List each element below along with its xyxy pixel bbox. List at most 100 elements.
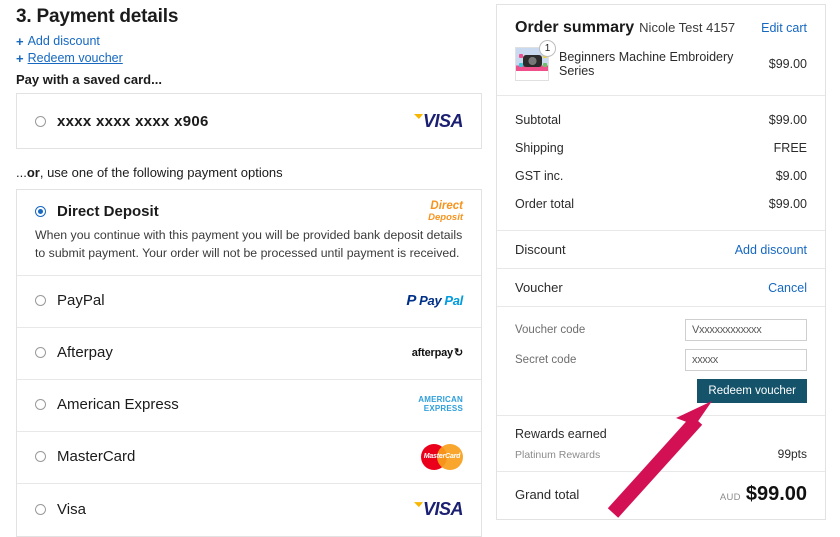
afterpay-text: afterpay [411,346,453,359]
add-discount-link[interactable]: + Add discount [16,34,100,48]
option-header: Direct Deposit Direct Deposit [35,200,463,223]
grand-total-amount: $99.00 [745,483,807,505]
paypal-label: PayPal [57,292,105,310]
voucher-form: Voucher code Secret code Redeem voucher [497,307,825,416]
amex-radio[interactable] [35,399,46,411]
rewards-title: Rewards earned [515,427,607,441]
shipping-label: Shipping [515,141,564,155]
option-header: MasterCard MasterCard [35,443,463,470]
order-total-label: Order total [515,197,575,211]
voucher-code-input[interactable] [685,319,807,341]
gst-value: $9.00 [775,169,807,183]
voucher-code-row: Voucher code [515,319,807,341]
paypal-radio[interactable] [35,295,46,307]
or-prefix: ... [16,165,27,180]
payment-option-visa[interactable]: Visa VISA [17,484,481,536]
rewards-row: Platinum Rewards 99pts [515,447,807,461]
mastercard-label: MasterCard [57,448,136,466]
option-label-wrap: PayPal [35,292,105,309]
afterpay-icon: afterpay ↻ [411,346,463,360]
total-row-gst: GST inc. $9.00 [515,162,807,190]
edit-cart-link[interactable]: Edit cart [761,21,807,35]
payment-options-heading: ...or, use one of the following payment … [16,165,482,180]
subtotal-value: $99.00 [768,113,807,127]
option-header: PayPal P Pay Pal [35,292,463,309]
payment-option-mastercard[interactable]: MasterCard MasterCard [17,432,481,484]
visa-icon: VISA [414,112,464,130]
voucher-label: Voucher [515,280,563,295]
gst-label: GST inc. [515,169,564,183]
direct-deposit-description: When you continue with this payment you … [35,228,463,260]
add-discount-label: Add discount [27,34,100,48]
option-label-wrap: Direct Deposit [35,203,159,220]
total-row-subtotal: Subtotal $99.00 [515,106,807,134]
payment-option-amex[interactable]: American Express AMERICAN EXPRESS [17,380,481,432]
product-row: 1 Beginners Machine Embroidery Series $9… [515,40,807,81]
mastercard-logo-text: MasterCard [423,452,461,460]
option-label-wrap: Visa [35,501,86,518]
voucher-code-label: Voucher code [515,324,586,336]
secret-code-row: Secret code [515,349,807,371]
secret-code-label: Secret code [515,354,577,366]
discount-row: Discount Add discount [497,231,825,269]
shipping-value: FREE [773,141,807,155]
redeem-voucher-button[interactable]: Redeem voucher [697,379,807,403]
saved-card-radio[interactable] [35,115,46,127]
payment-option-direct-deposit[interactable]: Direct Deposit Direct Deposit When you c… [17,190,481,276]
option-header: Visa VISA [35,500,464,518]
voucher-row: Voucher Cancel [497,269,825,307]
direct-deposit-radio[interactable] [35,206,46,217]
afterpay-label: Afterpay [57,344,113,362]
mastercard-radio[interactable] [35,451,46,463]
afterpay-swirl: ↻ [453,347,463,360]
direct-deposit-icon: Direct Deposit [428,200,463,223]
add-discount-action[interactable]: Add discount [735,243,807,257]
paypal-text-2: Pal [444,293,463,309]
saved-card-heading: Pay with a saved card... [16,72,162,87]
amex-icon: AMERICAN EXPRESS [418,395,463,414]
payment-details-section: 3. Payment details + Add discount + Rede… [0,0,482,537]
afterpay-radio[interactable] [35,347,46,359]
payment-option-paypal[interactable]: PayPal P Pay Pal [17,276,481,328]
thumb-dot [519,54,523,58]
paypal-mark: P [406,292,417,310]
voucher-submit-row: Redeem voucher [515,379,807,403]
rewards-section: Rewards earned Platinum Rewards 99pts [497,416,825,472]
or-bold: or [26,165,40,180]
option-label-wrap: American Express [35,396,179,413]
order-summary-title: Order summary [515,19,635,36]
payment-option-afterpay[interactable]: Afterpay afterpay ↻ [17,328,481,380]
cancel-voucher-action[interactable]: Cancel [768,281,807,295]
rewards-points: 99pts [777,447,807,461]
visa-radio[interactable] [35,503,46,515]
option-label-wrap: MasterCard [35,448,135,465]
amex-label: American Express [57,396,179,414]
rewards-program: Platinum Rewards [515,449,601,461]
thumb-dot [519,63,523,67]
option-header: American Express AMERICAN EXPRESS [35,395,463,414]
product-thumbnail-wrap: 1 [515,40,556,81]
product-price: $99.00 [768,57,807,71]
secret-code-input[interactable] [685,349,807,371]
summary-header-section: Order summary Nicole Test 4157 Edit cart … [497,5,825,96]
amex-line2: EXPRESS [423,403,463,413]
thumb-dot [543,63,547,67]
redeem-voucher-link[interactable]: + Redeem voucher [16,51,123,65]
paypal-icon: P Pay Pal [406,292,463,309]
or-suffix: , use one of the following payment optio… [39,165,283,180]
visa-icon: VISA [414,500,464,518]
grand-total-section: Grand total AUD $99.00 [497,472,825,519]
mastercard-icon: MasterCard [421,443,463,470]
payment-options-list: Direct Deposit Direct Deposit When you c… [16,189,482,537]
option-header: Afterpay afterpay ↻ [35,344,463,361]
direct-deposit-label: Direct Deposit [57,203,159,220]
redeem-voucher-label: Redeem voucher [27,51,123,65]
paypal-text-1: Pay [419,293,442,309]
dd-logo-line2: Deposit [428,211,463,223]
checkout-page: 3. Payment details + Add discount + Rede… [0,0,840,537]
saved-card-option[interactable]: xxxx xxxx xxxx x906 VISA [16,93,482,149]
visa-label: Visa [57,500,86,518]
saved-card-number: xxxx xxxx xxxx x906 [57,112,209,130]
customer-name: Nicole Test 4157 [639,20,736,35]
subtotal-label: Subtotal [515,113,561,127]
